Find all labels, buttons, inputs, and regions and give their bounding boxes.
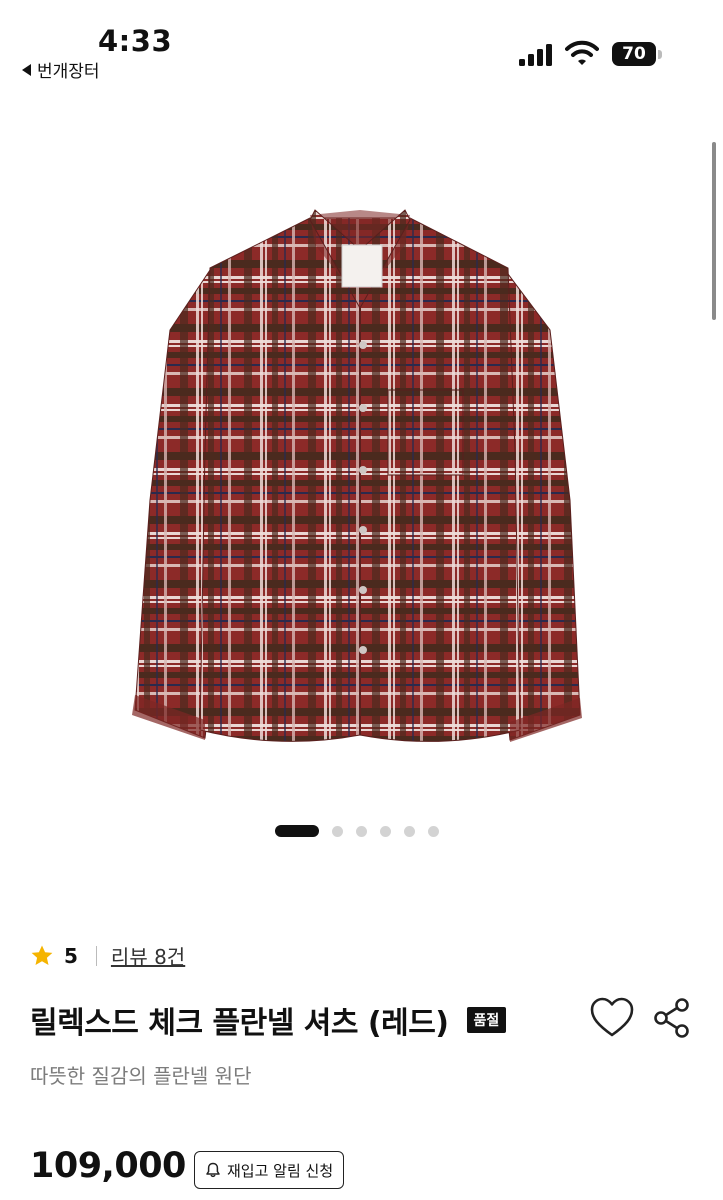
product-subtitle: 따뜻한 질감의 플란넬 원단 [30, 1064, 252, 1088]
rating-row: 5 리뷰 8건 [30, 941, 185, 970]
carousel-dot-5[interactable] [404, 825, 415, 837]
battery-level: 70 [612, 42, 656, 66]
clock-time: 4:33 [98, 24, 173, 58]
product-price: 109,000 [30, 1146, 186, 1186]
signal-icon [519, 44, 552, 66]
product-image[interactable] [110, 190, 610, 780]
rating-value: 5 [64, 943, 78, 968]
product-title-row: 릴렉스드 체크 플란넬 셔츠 (레드) 품절 [30, 998, 507, 1042]
soldout-badge: 품절 [466, 1007, 507, 1033]
carousel-dot-1[interactable] [275, 825, 319, 837]
carousel-indicator[interactable] [275, 825, 439, 837]
restock-button-label: 재입고 알림 신청 [227, 1161, 334, 1180]
carousel-dot-4[interactable] [380, 825, 391, 837]
battery-icon: 70 [612, 42, 664, 66]
wifi-icon [565, 40, 599, 65]
back-arrow-icon [22, 63, 31, 76]
share-icon[interactable] [653, 998, 691, 1038]
review-count-link[interactable]: 리뷰 8건 [111, 941, 185, 970]
carousel-dot-3[interactable] [356, 825, 367, 837]
divider [95, 945, 97, 966]
heart-icon[interactable] [590, 997, 634, 1039]
carousel-dot-6[interactable] [428, 825, 439, 837]
restock-alert-button[interactable]: 재입고 알림 신청 [194, 1151, 345, 1189]
product-title: 릴렉스드 체크 플란넬 셔츠 (레드) [30, 1006, 449, 1041]
carousel-dot-2[interactable] [332, 825, 343, 837]
bell-icon [206, 1162, 220, 1178]
back-app-label: 번개장터 [37, 62, 100, 82]
back-to-app-link[interactable]: 번개장터 [22, 57, 100, 82]
star-icon [31, 945, 53, 965]
status-bar: 4:33 번개장터 70 [0, 0, 723, 84]
scroll-indicator[interactable] [712, 142, 716, 320]
